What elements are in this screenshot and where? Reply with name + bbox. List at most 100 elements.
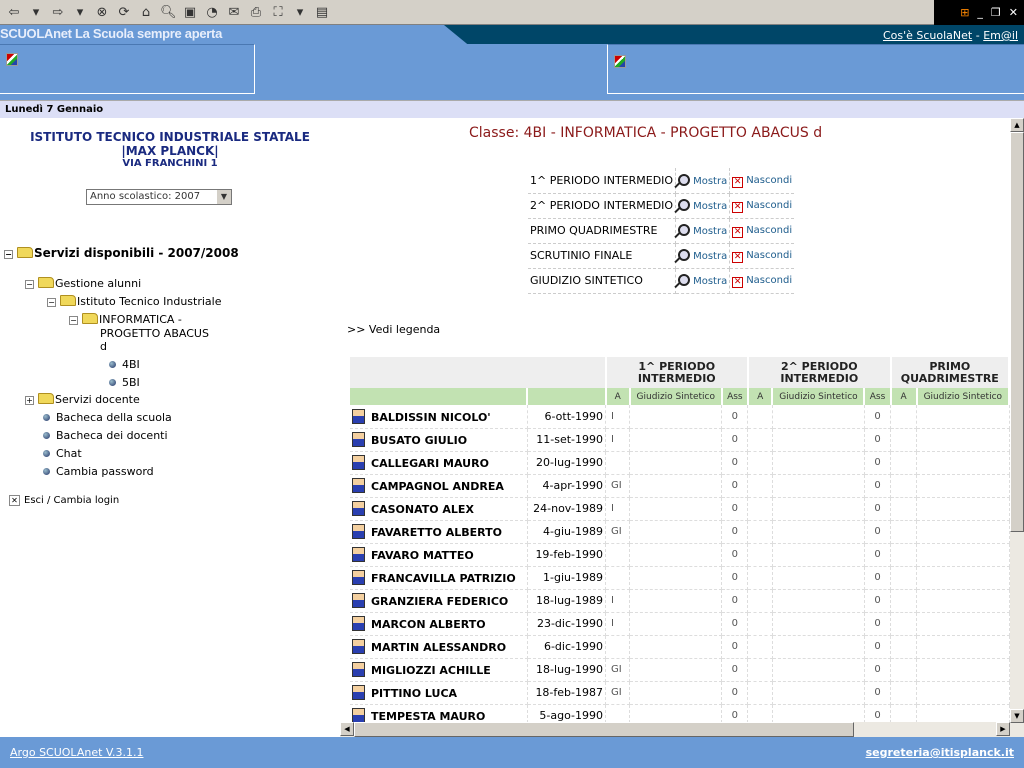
- edit-icon[interactable]: ▤: [314, 5, 330, 20]
- student-name-cell[interactable]: FAVARO MATTEO: [350, 543, 528, 567]
- giudizio: [629, 405, 723, 429]
- scroll-up-icon[interactable]: ▲: [1010, 118, 1024, 132]
- favorites-icon[interactable]: ▣: [182, 5, 198, 20]
- scroll-down-icon[interactable]: ▼: [1010, 709, 1024, 723]
- show-link[interactable]: Mostra: [693, 276, 727, 287]
- student-name-cell[interactable]: PITTINO LUCA: [350, 681, 528, 705]
- student-name-cell[interactable]: BUSATO GIULIO: [350, 428, 528, 452]
- magnifier-icon[interactable]: [678, 274, 691, 286]
- magnifier-icon[interactable]: [678, 249, 691, 261]
- student-name-cell[interactable]: CASONATO ALEX: [350, 497, 528, 521]
- email-footer-link[interactable]: segreteria@itisplanck.it: [866, 746, 1014, 759]
- student-name-cell[interactable]: MARTIN ALESSANDRO: [350, 635, 528, 659]
- collapse-icon[interactable]: −: [25, 280, 34, 289]
- tree-gestione-alunni[interactable]: − Gestione alunni: [25, 277, 141, 290]
- close-icon[interactable]: ✕: [732, 176, 744, 188]
- scroll-left-icon[interactable]: ◀: [340, 722, 354, 736]
- student-name-cell[interactable]: GRANZIERA FEDERICO: [350, 589, 528, 613]
- hide-link[interactable]: Nascondi: [746, 275, 792, 286]
- show-link[interactable]: Mostra: [693, 226, 727, 237]
- close-icon[interactable]: ✕: [732, 202, 744, 213]
- student-name-cell[interactable]: CALLEGARI MAURO: [350, 451, 528, 475]
- collapse-icon[interactable]: −: [69, 316, 78, 325]
- back-icon[interactable]: ⇦: [6, 5, 22, 20]
- student-name: TEMPESTA MAURO: [371, 710, 486, 722]
- tree-class-4bi[interactable]: 4BI: [109, 358, 140, 371]
- tree-corso[interactable]: − INFORMATICA -: [69, 313, 182, 326]
- link-chat[interactable]: Chat: [43, 447, 82, 460]
- hide-link[interactable]: Nascondi: [746, 250, 792, 261]
- year-select[interactable]: Anno scolastico: 2007 ▼: [86, 189, 232, 205]
- search-icon[interactable]: 🔍︎: [160, 5, 177, 20]
- bullet-icon: [109, 361, 116, 368]
- giudizio: [629, 451, 723, 475]
- close-icon[interactable]: ✕: [732, 252, 744, 263]
- scroll-thumb[interactable]: [354, 722, 854, 737]
- dropdown-icon[interactable]: ▾: [292, 5, 308, 20]
- print-icon[interactable]: ⎙: [248, 5, 264, 20]
- student-name-cell[interactable]: TEMPESTA MAURO: [350, 704, 528, 722]
- email-link[interactable]: Em@il: [983, 29, 1018, 42]
- link-bacheca-scuola[interactable]: Bacheca della scuola: [43, 411, 172, 424]
- giudizio: [629, 704, 723, 722]
- tree-class-5bi[interactable]: 5BI: [109, 376, 140, 389]
- home-icon[interactable]: ⌂: [138, 5, 154, 20]
- about-link[interactable]: Cos'è ScuolaNet: [883, 29, 972, 42]
- grade-a: [605, 543, 631, 567]
- version-link[interactable]: Argo SCUOLAnet V.3.1.1: [10, 746, 143, 759]
- show-link[interactable]: Mostra: [693, 251, 727, 262]
- period-name: GIUDIZIO SINTETICO: [528, 268, 677, 294]
- tree-istituto[interactable]: − Istituto Tecnico Industriale: [47, 295, 222, 308]
- hide-link[interactable]: Nascondi: [746, 225, 792, 236]
- close-icon[interactable]: ✕: [1009, 6, 1018, 19]
- dropdown-icon[interactable]: ▾: [72, 5, 88, 20]
- logout-link[interactable]: ✕ Esci / Cambia login: [9, 495, 119, 506]
- restore-icon[interactable]: ❐: [991, 6, 1001, 19]
- bullet-icon: [109, 379, 116, 386]
- link-bacheca-docenti[interactable]: Bacheca dei docenti: [43, 429, 168, 442]
- refresh-icon[interactable]: ⟳: [116, 5, 132, 20]
- legend-link[interactable]: >> Vedi legenda: [347, 323, 440, 336]
- period-row: 1^ PERIODO INTERMEDIO Mostra ✕ Nascondi: [528, 168, 795, 194]
- history-icon[interactable]: ◔: [204, 5, 220, 20]
- student-name-cell[interactable]: MIGLIOZZI ACHILLE: [350, 658, 528, 682]
- close-icon[interactable]: ✕: [732, 227, 744, 238]
- student-name-cell[interactable]: FRANCAVILLA PATRIZIO: [350, 566, 528, 590]
- banner-right: [607, 44, 1024, 94]
- hide-link[interactable]: Nascondi: [746, 175, 792, 186]
- stop-icon[interactable]: ⊗: [94, 5, 110, 20]
- student-name-cell[interactable]: FAVARETTO ALBERTO: [350, 520, 528, 544]
- scroll-thumb[interactable]: [1010, 132, 1024, 532]
- student-name-cell[interactable]: BALDISSIN NICOLO': [350, 405, 528, 429]
- tree-root[interactable]: − Servizi disponibili - 2007/2008: [4, 246, 239, 260]
- windows-logo-icon: ⊞: [960, 6, 970, 19]
- close-icon[interactable]: ✕: [732, 277, 744, 288]
- mail-icon[interactable]: ✉: [226, 5, 242, 20]
- minimize-icon[interactable]: _: [977, 6, 983, 19]
- giudizio: [916, 497, 1010, 521]
- collapse-icon[interactable]: −: [47, 298, 56, 307]
- link-cambia-password[interactable]: Cambia password: [43, 465, 154, 478]
- student-name: FAVARETTO ALBERTO: [371, 526, 502, 539]
- fullscreen-icon[interactable]: ⛶: [270, 5, 286, 20]
- hide-link[interactable]: Nascondi: [746, 200, 792, 211]
- tree-servizi-docente[interactable]: + Servizi docente: [25, 393, 140, 406]
- collapse-icon[interactable]: −: [4, 250, 13, 259]
- show-link[interactable]: Mostra: [693, 201, 727, 212]
- magnifier-icon[interactable]: [678, 199, 691, 211]
- chevron-down-icon[interactable]: ▼: [217, 190, 231, 204]
- expand-icon[interactable]: +: [25, 396, 34, 405]
- student-name-cell[interactable]: CAMPAGNOL ANDREA: [350, 474, 528, 498]
- dropdown-icon[interactable]: ▾: [28, 5, 44, 20]
- magnifier-icon[interactable]: [678, 224, 691, 236]
- show-link[interactable]: Mostra: [693, 176, 727, 187]
- magnifier-icon[interactable]: [678, 173, 691, 186]
- student-name-cell[interactable]: MARCON ALBERTO: [350, 612, 528, 636]
- grade-a: I: [605, 497, 631, 521]
- horizontal-scrollbar[interactable]: ◀ ▶: [340, 722, 1010, 737]
- broken-image-icon: [6, 53, 18, 66]
- giudizio: [916, 405, 1010, 429]
- scroll-right-icon[interactable]: ▶: [996, 722, 1010, 736]
- vertical-scrollbar[interactable]: ▲ ▼: [1010, 118, 1024, 737]
- forward-icon[interactable]: ⇨: [50, 5, 66, 20]
